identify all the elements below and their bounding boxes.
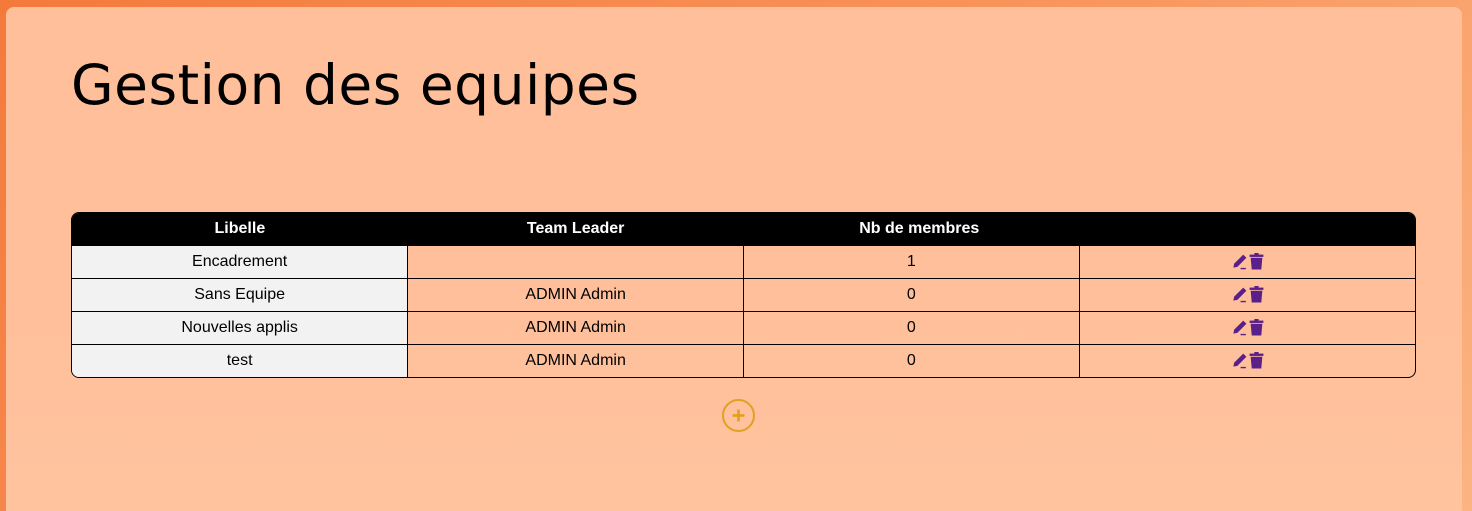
trash-icon[interactable] xyxy=(1249,352,1264,369)
table-row: Nouvelles applis ADMIN Admin 0 xyxy=(72,310,1415,344)
add-team-button[interactable] xyxy=(722,399,755,432)
cell-libelle: Sans Equipe xyxy=(72,277,408,311)
column-header-team-leader: Team Leader xyxy=(526,219,625,237)
pencil-icon[interactable] xyxy=(1231,319,1248,336)
cell-libelle: test xyxy=(72,343,408,377)
table-header-row: Libelle Team Leader Nb de membres xyxy=(72,213,1415,245)
cell-actions xyxy=(1078,244,1415,278)
cell-nb-membres: 0 xyxy=(743,343,1080,377)
pencil-icon[interactable] xyxy=(1231,352,1248,369)
table-row: Encadrement 1 xyxy=(72,244,1415,278)
cell-team-leader: ADMIN Admin xyxy=(407,310,744,344)
trash-icon[interactable] xyxy=(1249,252,1264,270)
page-title: Gestion des equipes xyxy=(71,53,640,117)
cell-actions xyxy=(1078,277,1415,311)
column-header-libelle: Libelle xyxy=(214,219,266,237)
cell-nb-membres: 0 xyxy=(743,310,1080,344)
cell-actions xyxy=(1078,343,1415,377)
column-header-actions xyxy=(1079,213,1415,245)
table-row: test ADMIN Admin 0 xyxy=(72,343,1415,377)
cell-nb-membres: 1 xyxy=(743,244,1080,278)
pencil-icon[interactable] xyxy=(1231,286,1248,303)
trash-icon[interactable] xyxy=(1249,285,1264,303)
cell-libelle: Encadrement xyxy=(72,244,408,278)
cell-team-leader xyxy=(407,244,744,278)
cell-libelle: Nouvelles applis xyxy=(72,310,408,344)
column-header-nb-membres: Nb de membres xyxy=(859,219,980,237)
table-row: Sans Equipe ADMIN Admin 0 xyxy=(72,277,1415,311)
main-card: Gestion des equipes Libelle Team Leader … xyxy=(6,7,1462,511)
cell-team-leader: ADMIN Admin xyxy=(407,277,744,311)
trash-icon[interactable] xyxy=(1249,318,1264,336)
cell-actions xyxy=(1078,310,1415,344)
plus-icon xyxy=(732,409,745,422)
cell-team-leader: ADMIN Admin xyxy=(407,343,744,377)
pencil-icon[interactable] xyxy=(1231,253,1248,270)
cell-nb-membres: 0 xyxy=(743,277,1080,311)
teams-table: Libelle Team Leader Nb de membres Encadr… xyxy=(71,212,1416,378)
